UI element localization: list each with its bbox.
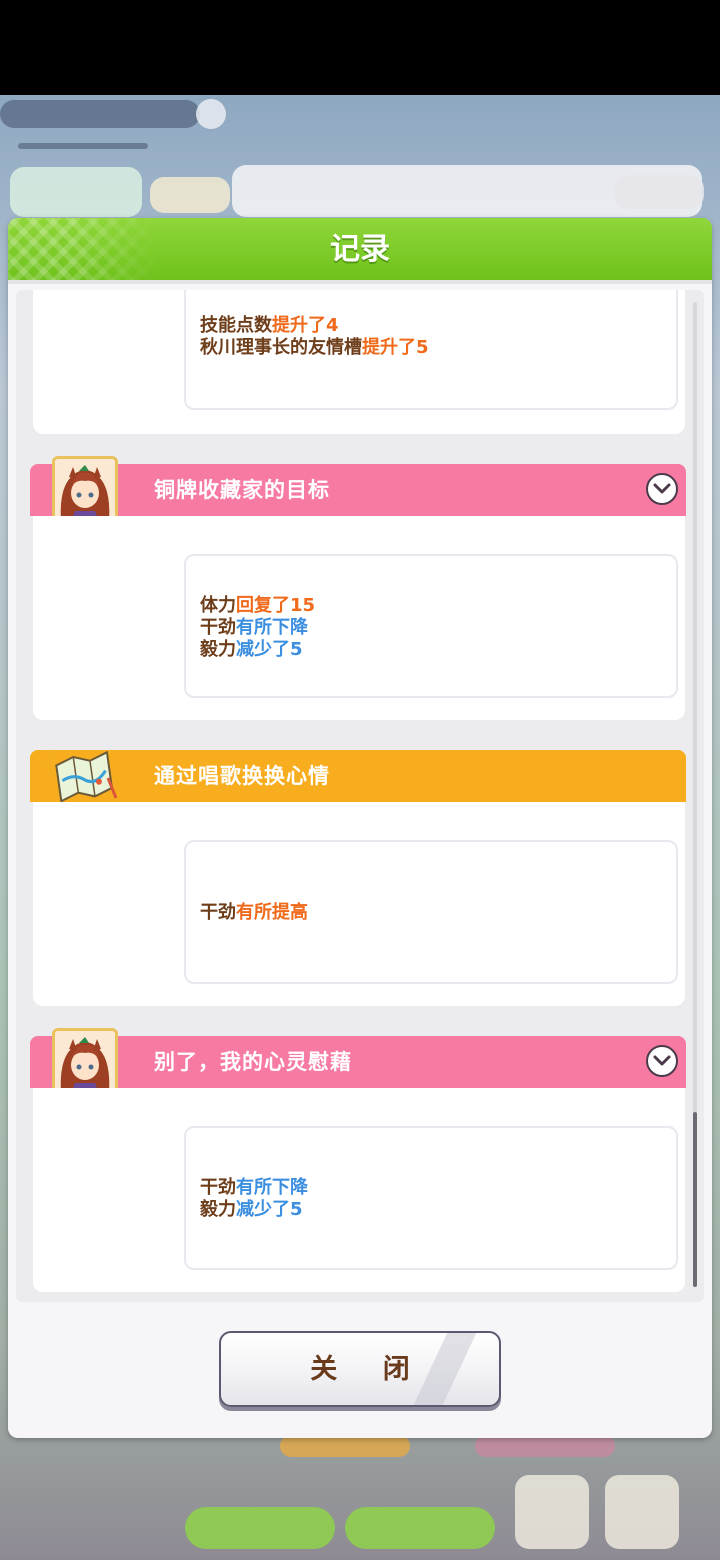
entry-title: 铜牌收藏家的目标 bbox=[154, 478, 330, 502]
log-card: 体力回复了15 干劲有所下降 毅力减少了5 bbox=[33, 516, 685, 720]
effect-line: 体力回复了15 bbox=[200, 595, 316, 616]
status-bar bbox=[0, 0, 720, 95]
log-dialog: 记录 技能点数提升了4 秋川理事长的友情槽提升了5 铜牌收藏家的目标 体力回复了… bbox=[8, 218, 712, 1438]
effect-box: 技能点数提升了4 秋川理事长的友情槽提升了5 bbox=[184, 290, 678, 410]
effect-box: 干劲有所下降 毅力减少了5 bbox=[184, 1126, 678, 1270]
effect-line: 干劲有所提高 bbox=[200, 902, 308, 923]
background-top-panel bbox=[0, 95, 720, 220]
scrollbar-thumb[interactable] bbox=[693, 1112, 697, 1287]
entry-title: 通过唱歌换换心情 bbox=[154, 764, 330, 788]
log-list[interactable]: 技能点数提升了4 秋川理事长的友情槽提升了5 铜牌收藏家的目标 体力回复了15 … bbox=[16, 290, 704, 1302]
effect-line: 毅力减少了5 bbox=[200, 639, 303, 660]
dialog-title: 记录 bbox=[330, 232, 390, 267]
effect-line: 干劲有所下降 bbox=[200, 1177, 308, 1198]
close-button-label: 关 闭 bbox=[310, 1354, 428, 1385]
log-card: 干劲有所提高 bbox=[33, 802, 685, 1006]
character-portrait-icon bbox=[52, 456, 118, 524]
header-divider bbox=[8, 280, 712, 284]
chevron-down-icon[interactable] bbox=[646, 1045, 678, 1077]
effect-line: 干劲有所下降 bbox=[200, 617, 308, 638]
log-card-top: 技能点数提升了4 秋川理事长的友情槽提升了5 bbox=[33, 290, 685, 434]
map-icon bbox=[44, 748, 120, 804]
effect-box: 干劲有所提高 bbox=[184, 840, 678, 984]
effect-line: 秋川理事长的友情槽提升了5 bbox=[200, 337, 429, 358]
character-portrait-icon bbox=[52, 1028, 118, 1096]
background-bottom-menu bbox=[0, 1435, 720, 1560]
chevron-down-icon[interactable] bbox=[646, 473, 678, 505]
entry-header[interactable]: 别了，我的心灵慰藉 bbox=[30, 1036, 686, 1088]
effect-line: 毅力减少了5 bbox=[200, 1199, 303, 1220]
entry-header: 通过唱歌换换心情 bbox=[30, 750, 686, 802]
effect-line: 技能点数提升了4 bbox=[200, 315, 339, 336]
entry-title: 别了，我的心灵慰藉 bbox=[154, 1050, 352, 1074]
close-button[interactable]: 关 闭 bbox=[219, 1331, 501, 1407]
dialog-header: 记录 bbox=[8, 218, 712, 280]
effect-box: 体力回复了15 干劲有所下降 毅力减少了5 bbox=[184, 554, 678, 698]
log-card: 干劲有所下降 毅力减少了5 bbox=[33, 1088, 685, 1292]
entry-header[interactable]: 铜牌收藏家的目标 bbox=[30, 464, 686, 516]
